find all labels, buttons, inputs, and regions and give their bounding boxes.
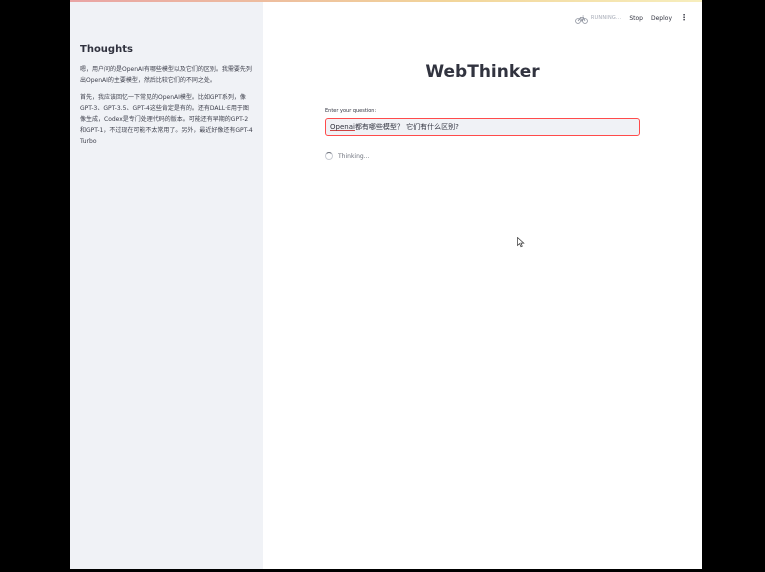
app-window: Thoughts 嗯，用户问的是OpenAI有哪些模型以及它们的区别。我需要先列…	[70, 0, 702, 569]
main-content: RUNNING... Stop Deploy ⋮ WebThinker Ente…	[263, 2, 702, 569]
stop-button[interactable]: Stop	[629, 15, 643, 22]
page-title: WebThinker	[425, 62, 540, 82]
top-toolbar: RUNNING... Stop Deploy ⋮	[575, 12, 688, 24]
question-label: Enter your question:	[325, 108, 377, 114]
sidebar: Thoughts 嗯，用户问的是OpenAI有哪些模型以及它们的区别。我需要先列…	[70, 2, 263, 569]
sidebar-thought-paragraph: 嗯，用户问的是OpenAI有哪些模型以及它们的区别。我需要先列出OpenAI的主…	[80, 66, 252, 84]
thinking-text: Thinking...	[338, 152, 370, 160]
mouse-cursor-icon	[517, 233, 525, 252]
running-status: RUNNING...	[575, 9, 621, 28]
running-bicycle-icon	[575, 9, 588, 28]
question-input-text: 都有哪些模型？ 它们有什么区别?	[354, 123, 459, 131]
question-input-text-prefix: Openai	[330, 123, 355, 131]
spinner-icon	[325, 152, 333, 160]
letterbox-left	[0, 0, 70, 572]
question-input[interactable]: Openai都有哪些模型？ 它们有什么区别?	[325, 118, 640, 136]
thinking-indicator: Thinking...	[325, 152, 369, 160]
deploy-button[interactable]: Deploy	[651, 15, 672, 22]
sidebar-title: Thoughts	[80, 44, 133, 55]
sidebar-thought-paragraph: 首先，我应该回忆一下常见的OpenAI模型。比如GPT系列，像GPT-3、GPT…	[80, 94, 253, 145]
kebab-menu-icon[interactable]: ⋮	[680, 14, 688, 22]
running-status-text: RUNNING...	[590, 15, 622, 21]
letterbox-right	[702, 0, 765, 572]
